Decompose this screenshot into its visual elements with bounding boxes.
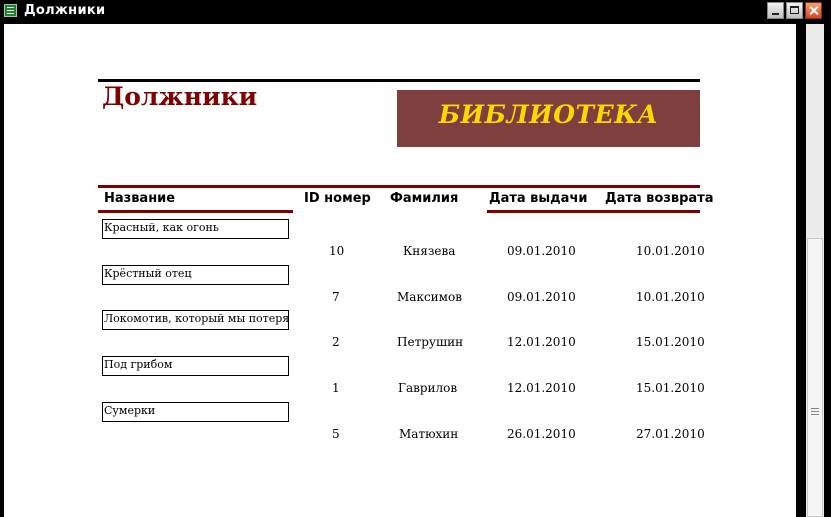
report-window: Должники Должники БИБЛИОТЕКА Название ID… <box>0 0 831 517</box>
issue-date: 12.01.2010 <box>507 335 576 349</box>
id-number: 5 <box>332 427 340 441</box>
return-date: 10.01.2010 <box>636 244 705 258</box>
id-number: 1 <box>332 381 340 395</box>
return-date: 10.01.2010 <box>636 290 705 304</box>
issue-date: 26.01.2010 <box>507 427 576 441</box>
return-date: 27.01.2010 <box>636 427 705 441</box>
surname: Петрушин <box>397 335 464 349</box>
column-header-bottom-rule-right <box>487 210 700 213</box>
book-title: Крёстный отец <box>102 265 289 285</box>
issue-date: 09.01.2010 <box>507 244 576 258</box>
library-banner: БИБЛИОТЕКА <box>397 90 700 147</box>
book-title: Сумерки <box>102 402 289 422</box>
id-number: 2 <box>332 335 340 349</box>
surname: Князева <box>403 244 456 258</box>
column-header-name: Название <box>104 191 176 206</box>
return-date: 15.01.2010 <box>636 381 705 395</box>
issue-date: 09.01.2010 <box>507 290 576 304</box>
issue-date: 12.01.2010 <box>507 381 576 395</box>
column-header-return-date: Дата возврата <box>605 191 714 206</box>
maximize-button[interactable] <box>786 2 803 19</box>
book-title: Красный, как огонь <box>102 219 289 239</box>
close-button[interactable] <box>805 2 822 19</box>
banner-text: БИБЛИОТЕКА <box>438 100 659 129</box>
scrollbar-grip-icon <box>811 408 819 409</box>
scrollbar-thumb[interactable] <box>807 238 823 517</box>
return-date: 15.01.2010 <box>636 335 705 349</box>
surname: Матюхин <box>399 427 459 441</box>
book-title: Локомотив, который мы потеряли <box>102 310 289 330</box>
column-header-top-rule <box>98 185 700 188</box>
title-bar[interactable]: Должники <box>0 0 831 22</box>
book-title: Под грибом <box>102 356 289 376</box>
id-number: 10 <box>329 244 345 258</box>
column-header-id: ID номер <box>304 191 371 206</box>
column-header-issue-date: Дата выдачи <box>489 191 588 206</box>
column-header-bottom-rule <box>98 210 293 213</box>
id-number: 7 <box>332 290 340 304</box>
report-icon <box>4 4 17 17</box>
column-header-surname: Фамилия <box>390 191 459 206</box>
minimize-button[interactable] <box>767 2 784 19</box>
window-title: Должники <box>24 3 106 18</box>
surname: Максимов <box>397 290 462 304</box>
report-title: Должники <box>102 82 258 111</box>
surname: Гаврилов <box>398 381 458 395</box>
